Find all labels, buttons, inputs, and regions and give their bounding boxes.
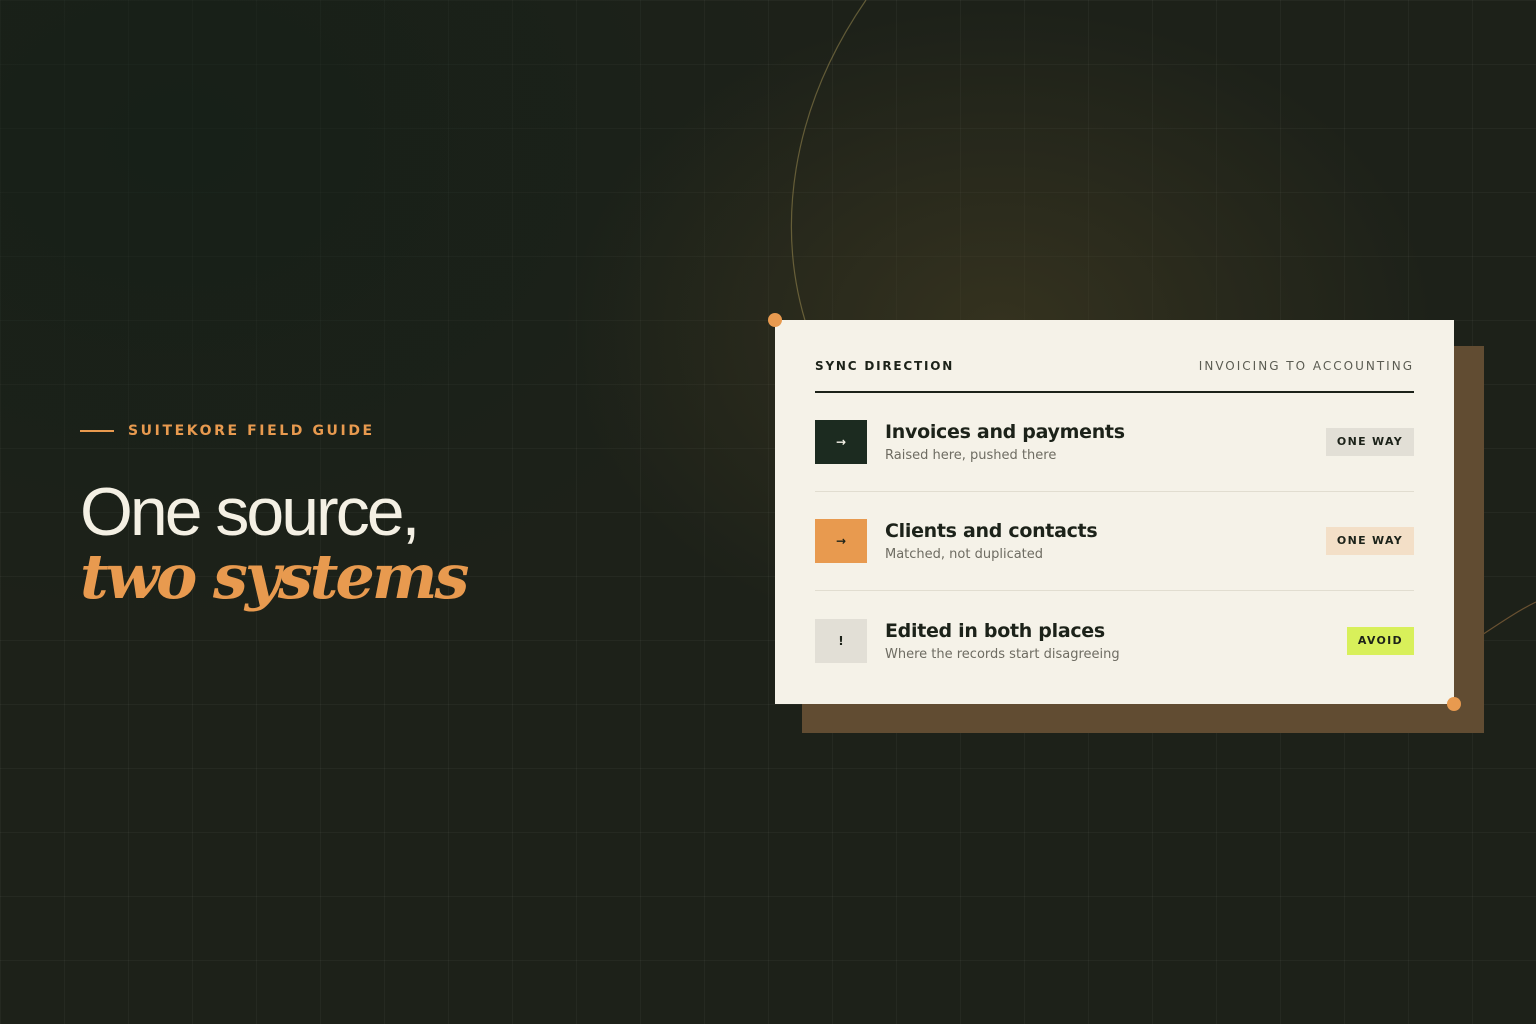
sync-direction-card: SYNC DIRECTION INVOICING TO ACCOUNTING →… [775, 320, 1454, 704]
row-subtitle: Raised here, pushed there [885, 448, 1057, 463]
row-text: Clients and contacts Matched, not duplic… [885, 519, 1326, 563]
sync-row-clients[interactable]: → Clients and contacts Matched, not dupl… [815, 492, 1414, 591]
sync-row-edited-both[interactable]: ! Edited in both places Where the record… [815, 591, 1414, 690]
arrow-right-icon: → [815, 420, 867, 464]
hero-section: SUITEKORE FIELD GUIDE One source, two sy… [80, 420, 680, 631]
exclamation-icon: ! [815, 618, 867, 663]
headline-line-2: two systems [80, 540, 469, 613]
status-badge: ONE WAY [1325, 428, 1414, 456]
row-title: Edited in both places [885, 619, 1105, 642]
card-header-title: SYNC DIRECTION [815, 358, 955, 373]
eyebrow: SUITEKORE FIELD GUIDE [80, 420, 680, 442]
corner-dot-bottom-right [1447, 697, 1461, 711]
row-subtitle: Matched, not duplicated [885, 547, 1044, 562]
row-title: Invoices and payments [885, 421, 1125, 443]
card-header-context: INVOICING TO ACCOUNTING [1198, 358, 1414, 373]
status-badge: ONE WAY [1325, 527, 1414, 555]
row-subtitle: Where the records start disagreeing [885, 646, 1120, 662]
row-text: Edited in both places Where the records … [885, 619, 1347, 663]
row-text: Invoices and payments Raised here, pushe… [885, 420, 1326, 464]
eyebrow-rule [80, 430, 114, 432]
corner-dot-top-left [768, 313, 782, 327]
arrow-right-icon: → [815, 519, 867, 563]
status-badge: AVOID [1346, 626, 1414, 655]
sync-row-invoices[interactable]: → Invoices and payments Raised here, pus… [815, 393, 1414, 492]
eyebrow-label: SUITEKORE FIELD GUIDE [128, 423, 375, 439]
card-header: SYNC DIRECTION INVOICING TO ACCOUNTING [815, 320, 1414, 393]
headline-line-1: One source, [80, 474, 420, 550]
row-title: Clients and contacts [885, 520, 1098, 542]
page-title: One source, two systems [80, 474, 680, 613]
